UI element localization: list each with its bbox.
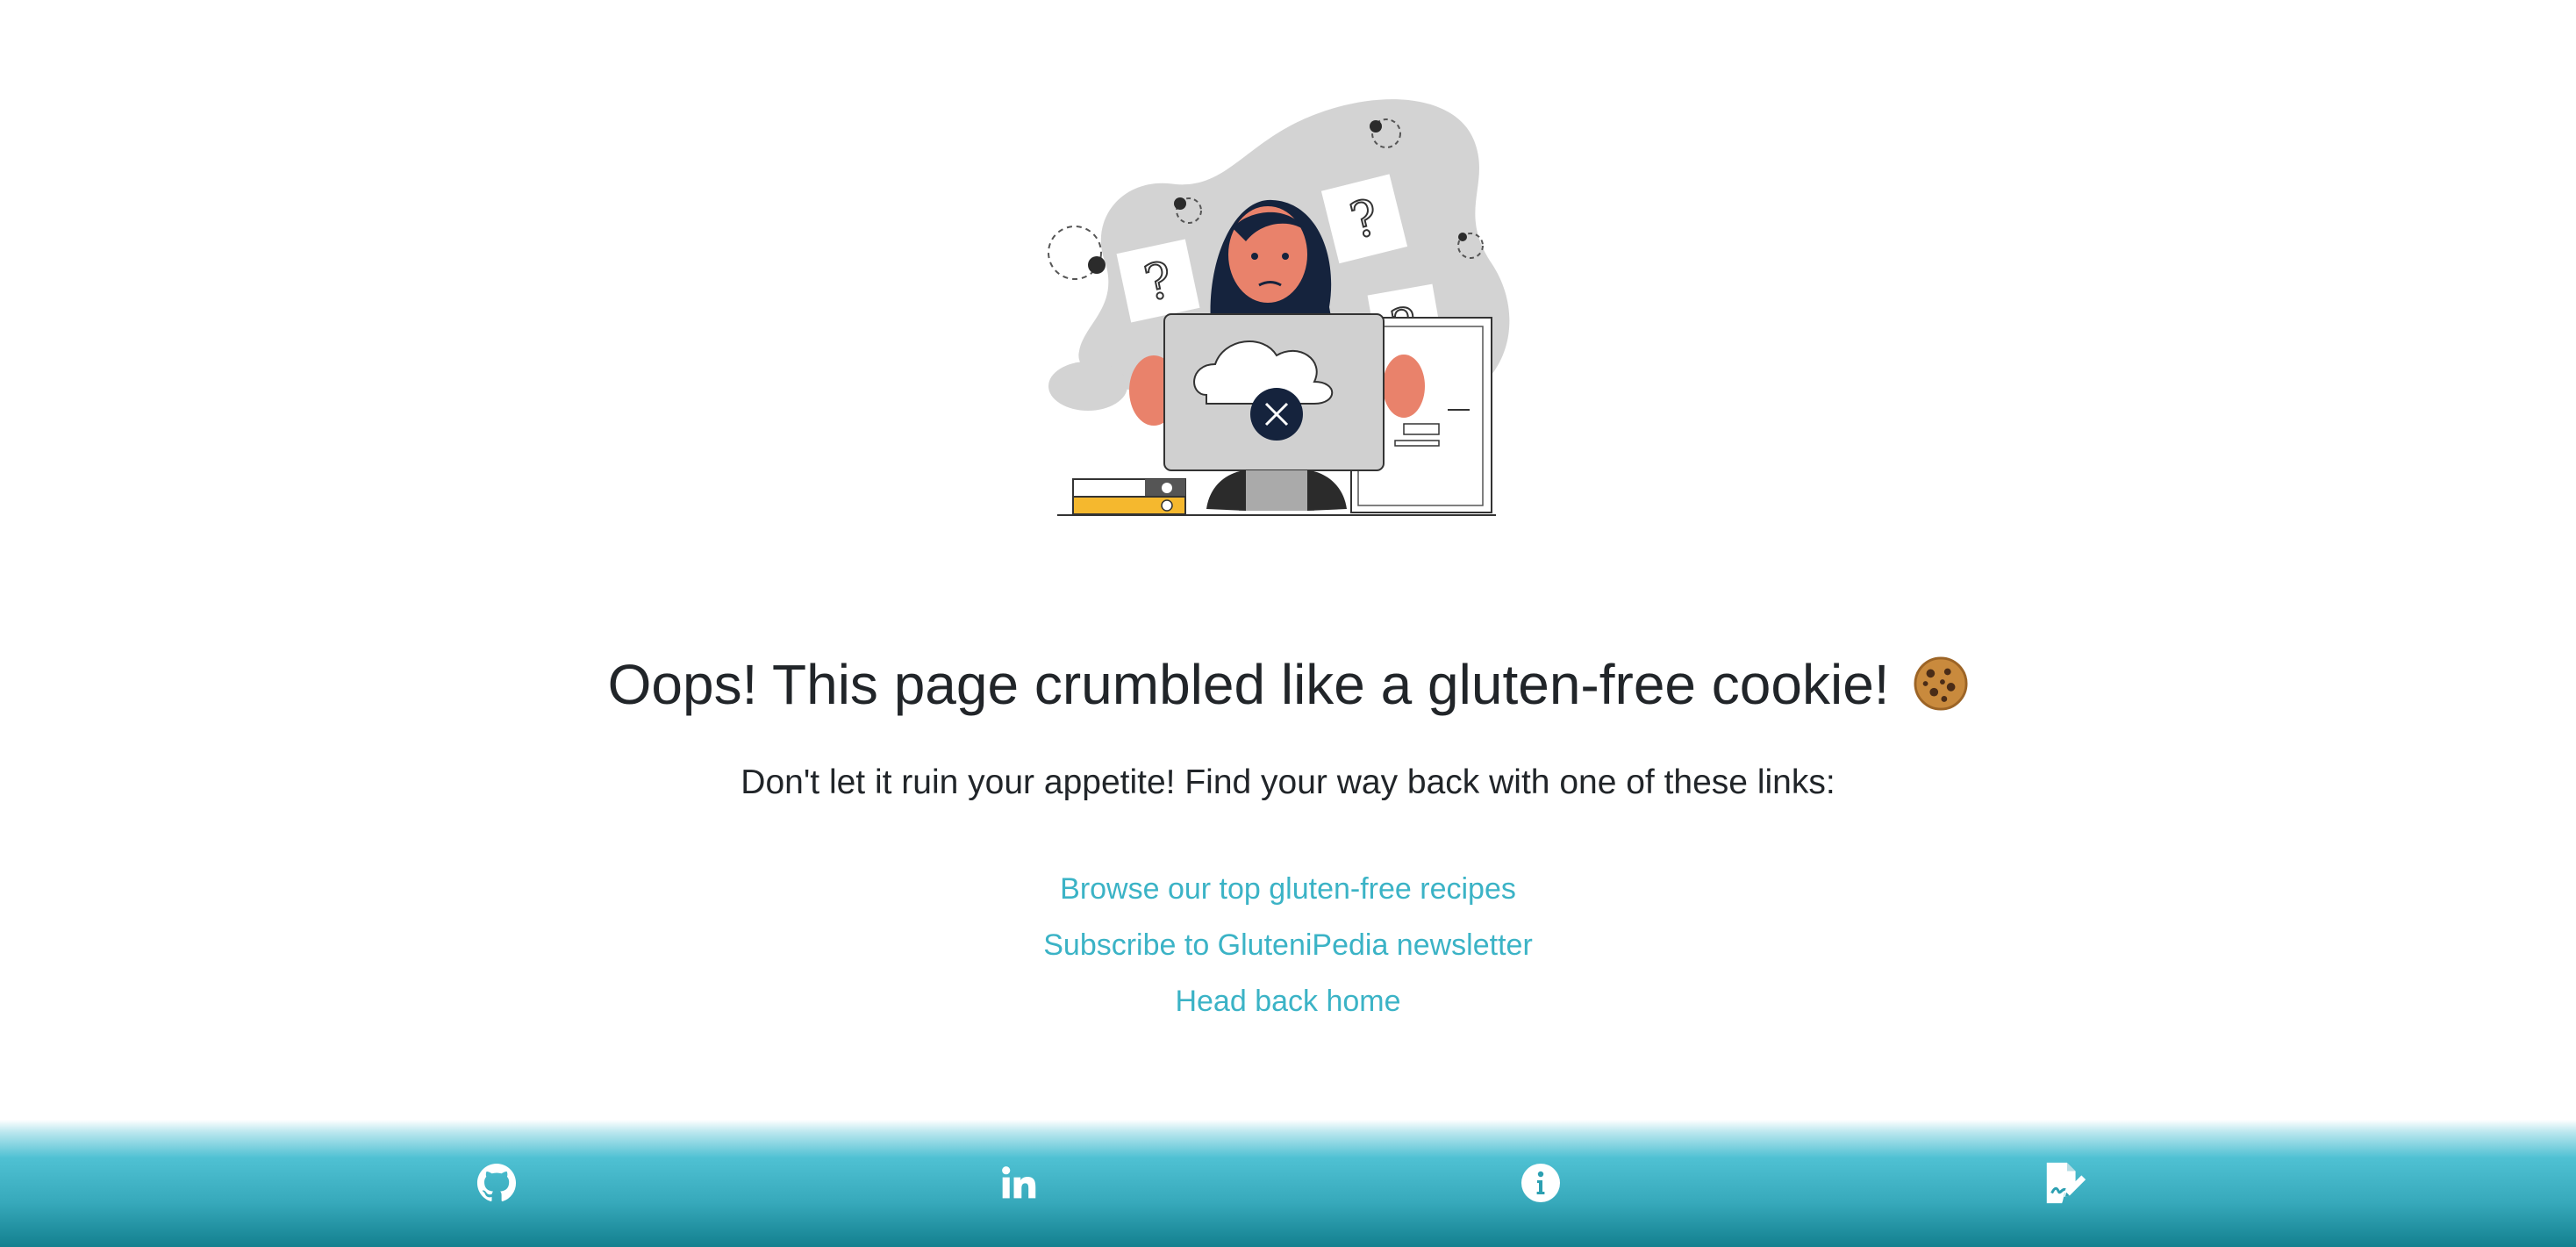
info-icon[interactable] xyxy=(1513,1155,1569,1211)
footer xyxy=(0,1120,2576,1247)
linkedin-icon[interactable] xyxy=(991,1155,1047,1211)
link-subscribe-newsletter[interactable]: Subscribe to GluteniPedia newsletter xyxy=(1043,921,1533,969)
link-head-home[interactable]: Head back home xyxy=(1175,978,1400,1025)
link-browse-recipes[interactable]: Browse our top gluten-free recipes xyxy=(1060,865,1516,913)
recovery-links: Browse our top gluten-free recipes Subsc… xyxy=(0,865,2576,1025)
error-illustration: ? ? ? xyxy=(1048,99,1510,516)
cookie-icon xyxy=(1914,656,1968,711)
error-404-page: ? ? ? xyxy=(0,0,2576,1247)
page-title-text: Oops! This page crumbled like a gluten-f… xyxy=(607,653,1890,716)
signature-document-icon[interactable] xyxy=(2037,1155,2093,1211)
error-content: Oops! This page crumbled like a gluten-f… xyxy=(0,641,2576,1025)
github-icon[interactable] xyxy=(469,1155,525,1211)
page-subtitle: Don't let it ruin your appetite! Find yo… xyxy=(741,763,1835,801)
page-title: Oops! This page crumbled like a gluten-f… xyxy=(0,641,2576,728)
